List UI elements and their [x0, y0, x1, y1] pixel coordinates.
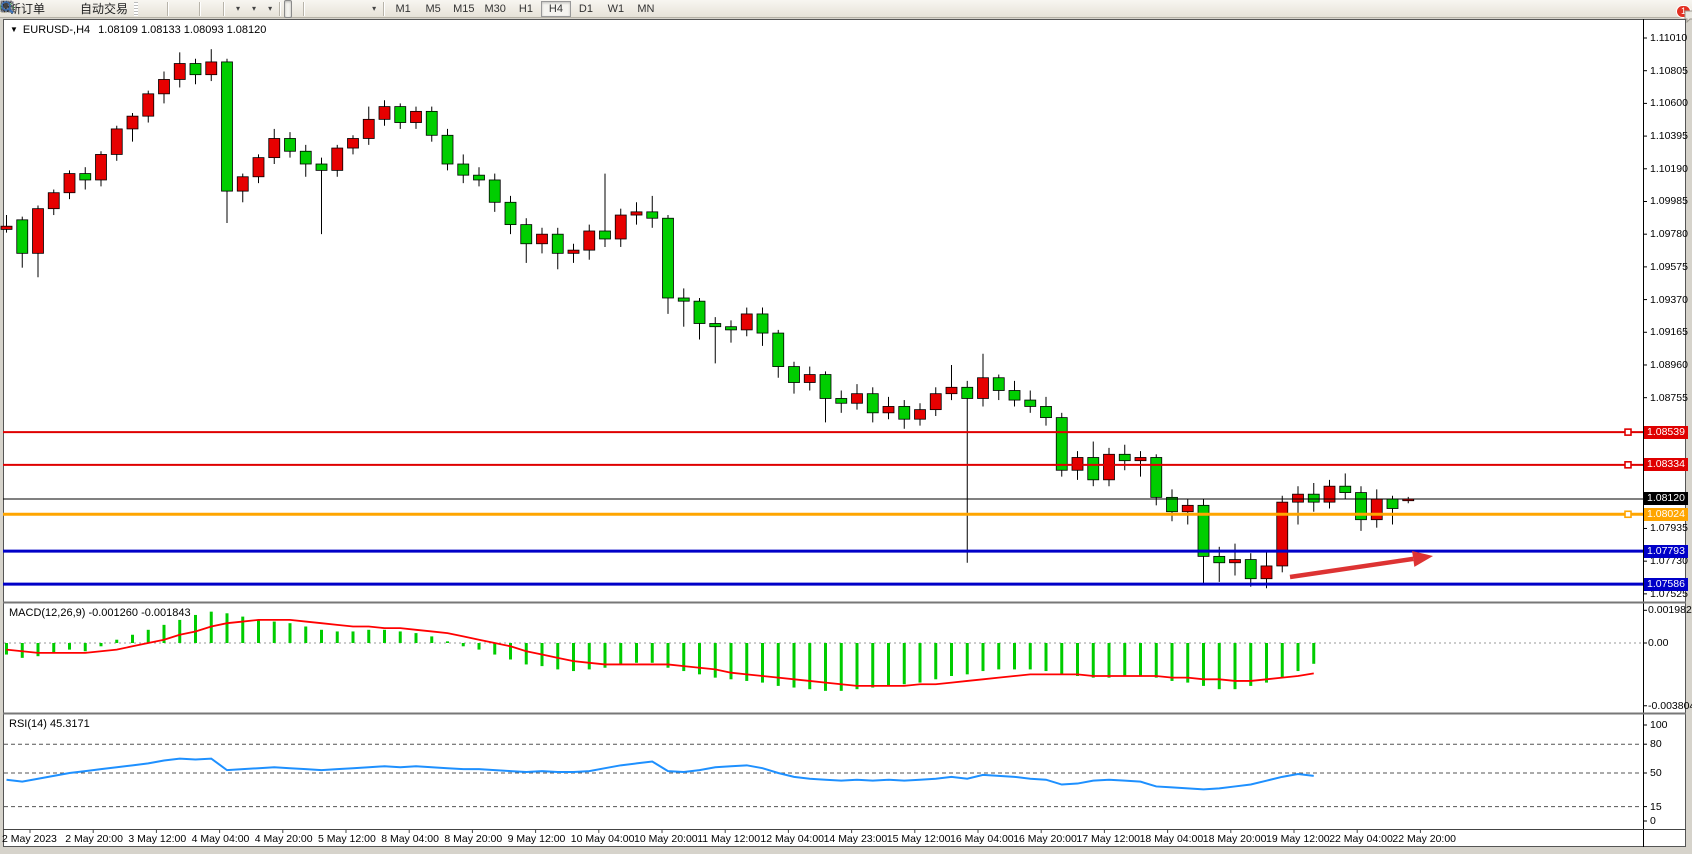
- time-tick-label: 22 May 04:00: [1329, 833, 1393, 845]
- price-tag-1.07793: 1.07793: [1644, 545, 1688, 558]
- price-tick-label: 1.10805: [1650, 65, 1688, 77]
- price-tick-label: 1.09165: [1650, 326, 1688, 338]
- rsi-tick-label: 100: [1650, 719, 1668, 731]
- time-tick-label: 16 May 04:00: [950, 833, 1014, 845]
- price-tag-1.08024: 1.08024: [1644, 508, 1688, 521]
- time-tick-label: 2 May 2023: [2, 833, 57, 845]
- time-tick-label: 10 May 04:00: [571, 833, 635, 845]
- rsi-indicator-label: RSI(14) 45.3171: [9, 718, 90, 730]
- time-tick-label: 9 May 12:00: [508, 833, 566, 845]
- price-tick-label: 1.07935: [1650, 522, 1688, 534]
- price-tag-1.08120: 1.08120: [1644, 492, 1688, 505]
- time-tick-label: 5 May 12:00: [318, 833, 376, 845]
- time-tick-label: 2 May 20:00: [65, 833, 123, 845]
- rsi-tick-label: 0: [1650, 815, 1656, 827]
- time-tick-label: 11 May 12:00: [697, 833, 760, 845]
- time-tick-label: 3 May 12:00: [128, 833, 186, 845]
- price-tick-label: 1.10395: [1650, 130, 1688, 142]
- rsi-tick-label: 50: [1650, 767, 1662, 779]
- rsi-tick-label: 80: [1650, 738, 1662, 750]
- time-tick-label: 4 May 20:00: [255, 833, 313, 845]
- time-tick-label: 18 May 20:00: [1203, 833, 1267, 845]
- time-tick-label: 22 May 20:00: [1392, 833, 1456, 845]
- time-tick-label: 16 May 20:00: [1013, 833, 1077, 845]
- chart-symbol-label: ▼ EURUSD-,H4 1.08109 1.08133 1.08093 1.081…: [10, 24, 266, 36]
- symbol-dropdown-icon[interactable]: ▼: [10, 25, 18, 34]
- rsi-tick-label: 15: [1650, 801, 1662, 813]
- price-tick-label: 1.10600: [1650, 97, 1688, 109]
- time-tick-label: 8 May 04:00: [381, 833, 439, 845]
- macd-tick-label: 0.00: [1648, 637, 1668, 649]
- price-tick-label: 1.09370: [1650, 294, 1688, 306]
- mt4-terminal: 新订单 自动交易: [0, 0, 1692, 854]
- price-tick-label: 1.09575: [1650, 261, 1688, 273]
- time-tick-label: 8 May 20:00: [444, 833, 502, 845]
- price-tick-label: 1.08755: [1650, 392, 1688, 404]
- time-tick-label: 10 May 20:00: [634, 833, 698, 845]
- time-tick-label: 15 May 12:00: [887, 833, 951, 845]
- symbol-text: EURUSD-,H4: [23, 24, 90, 36]
- price-tick-label: 1.10190: [1650, 163, 1688, 175]
- time-tick-label: 14 May 23:00: [824, 833, 888, 845]
- time-tick-label: 12 May 04:00: [760, 833, 824, 845]
- time-tick-label: 19 May 12:00: [1266, 833, 1330, 845]
- time-tick-label: 18 May 04:00: [1140, 833, 1204, 845]
- macd-tick-label: 0.001982: [1648, 604, 1692, 616]
- macd-tick-label: -0.003804: [1648, 700, 1692, 712]
- price-tag-1.08539: 1.08539: [1644, 426, 1688, 439]
- price-tick-label: 1.09985: [1650, 195, 1688, 207]
- price-tick-label: 1.08960: [1650, 359, 1688, 371]
- price-tick-label: 1.11010: [1650, 32, 1687, 44]
- macd-indicator-label: MACD(12,26,9) -0.001260 -0.001843: [9, 607, 191, 619]
- chart-canvas[interactable]: [0, 0, 1692, 854]
- price-tag-1.07586: 1.07586: [1644, 578, 1688, 591]
- price-tag-1.08334: 1.08334: [1644, 458, 1688, 471]
- time-tick-label: 17 May 12:00: [1076, 833, 1140, 845]
- price-tick-label: 1.09780: [1650, 228, 1688, 240]
- time-tick-label: 4 May 04:00: [192, 833, 250, 845]
- ohlc-text: 1.08109 1.08133 1.08093 1.08120: [98, 24, 266, 36]
